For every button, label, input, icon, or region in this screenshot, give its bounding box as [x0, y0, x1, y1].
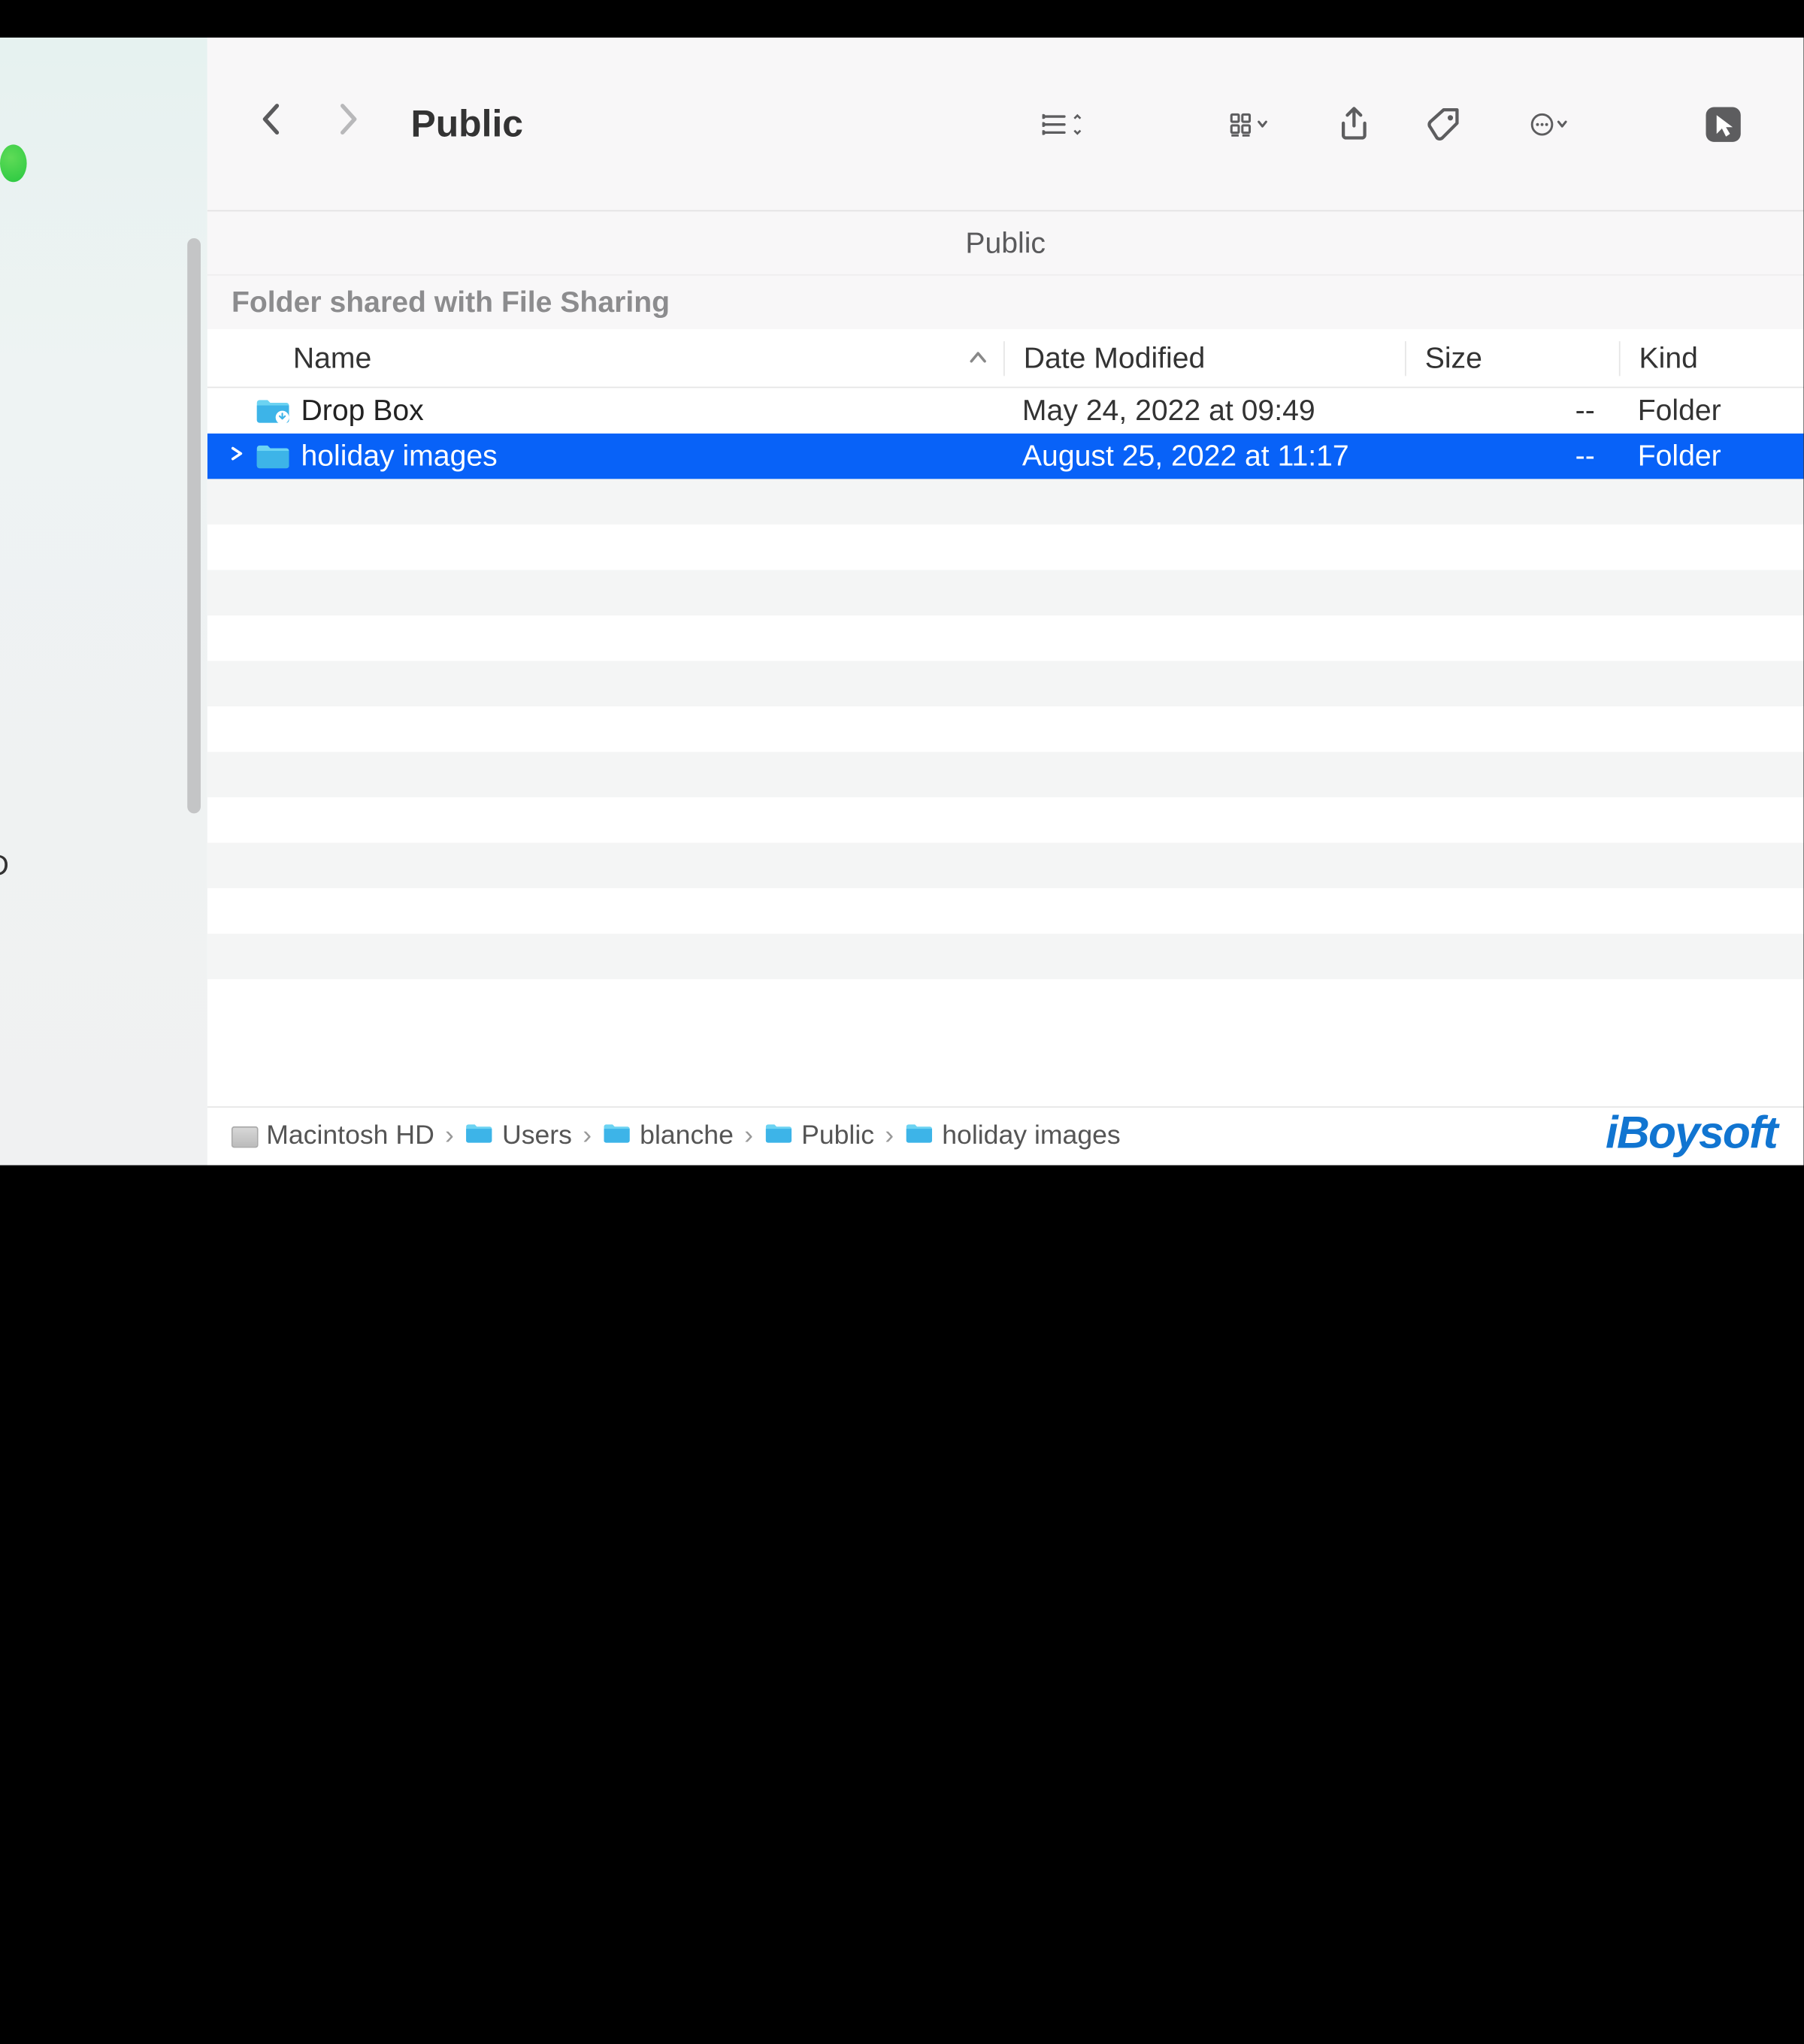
toolbar: Public — [207, 38, 1804, 211]
column-size[interactable]: Size — [1405, 340, 1619, 375]
column-kind[interactable]: Kind — [1619, 340, 1804, 375]
file-date: May 24, 2022 at 09:49 — [1003, 393, 1405, 428]
column-date[interactable]: Date Modified — [1003, 340, 1405, 375]
path-separator-icon: › — [445, 1121, 454, 1152]
sidebar-item[interactable]: uments — [0, 373, 194, 437]
file-name: holiday images — [301, 439, 498, 473]
sidebar-item[interactable]: nloads — [0, 502, 194, 566]
column-kind-label: Kind — [1639, 340, 1698, 374]
sidebar-item[interactable]: space — [0, 898, 194, 962]
finder-window: ntscationsumentsktopnloads d Driveed ntosh… — [0, 38, 1803, 1166]
tag-button[interactable] — [1405, 97, 1485, 150]
more-actions-button[interactable] — [1496, 97, 1603, 150]
folder-icon — [465, 1121, 494, 1152]
sidebar-item[interactable]: ed — [0, 700, 194, 763]
path-crumb-label: Macintosh HD — [266, 1121, 434, 1152]
empty-row — [207, 479, 1804, 525]
window-title: Public — [410, 102, 523, 145]
path-separator-icon: › — [583, 1121, 592, 1152]
file-row[interactable]: Drop Box May 24, 2022 at 09:49 -- Folder — [207, 388, 1804, 434]
file-list: Drop Box May 24, 2022 at 09:49 -- Folder… — [207, 388, 1804, 1106]
empty-row — [207, 661, 1804, 706]
empty-row — [207, 706, 1804, 752]
file-size: -- — [1405, 439, 1619, 473]
forward-button[interactable] — [324, 100, 371, 148]
folder-icon — [764, 1121, 793, 1152]
column-date-label: Date Modified — [1024, 340, 1206, 374]
back-button[interactable] — [247, 100, 294, 148]
column-name[interactable]: Name — [207, 340, 1003, 375]
subtitle-bar: Public — [207, 211, 1804, 275]
folder-icon — [904, 1121, 934, 1152]
disclosure-chevron-icon[interactable] — [218, 444, 256, 468]
table-header: Name Date Modified Size Kind — [207, 329, 1804, 388]
watermark: iBoysoft — [1606, 1108, 1777, 1160]
subtitle-text: Public — [965, 225, 1046, 260]
file-kind: Folder — [1619, 439, 1804, 473]
watermark-text: iBoysoft — [1606, 1108, 1777, 1159]
path-crumb[interactable]: Public — [764, 1121, 874, 1152]
file-size: -- — [1405, 393, 1619, 428]
folder-icon — [602, 1121, 631, 1152]
path-crumb-label: holiday images — [942, 1121, 1120, 1152]
path-crumb[interactable]: blanche — [602, 1121, 734, 1152]
folder-icon — [256, 443, 290, 470]
sidebar: ntscationsumentsktopnloads d Driveed ntosh… — [0, 38, 207, 1166]
share-banner-text: Folder shared with File Sharing — [232, 285, 670, 319]
share-banner: Folder shared with File Sharing — [207, 276, 1804, 329]
empty-row — [207, 752, 1804, 798]
path-bar: Macintosh HD › Users › blanche › Public › ho… — [207, 1106, 1804, 1165]
path-crumb[interactable]: holiday images — [904, 1121, 1120, 1152]
sidebar-item[interactable]: cations — [0, 309, 194, 373]
empty-row — [207, 843, 1804, 889]
sidebar-item[interactable]: nts — [0, 245, 194, 309]
empty-row — [207, 934, 1804, 980]
column-size-label: Size — [1425, 340, 1482, 374]
path-separator-icon: › — [885, 1121, 894, 1152]
path-crumb-label: Public — [801, 1121, 874, 1152]
path-separator-icon: › — [744, 1121, 753, 1152]
path-crumb[interactable]: Macintosh HD — [232, 1121, 434, 1152]
view-list-button[interactable] — [1009, 97, 1115, 150]
path-crumb-label: blanche — [640, 1121, 734, 1152]
share-button[interactable] — [1314, 97, 1394, 150]
traffic-light-green[interactable] — [0, 144, 27, 182]
column-name-label: Name — [293, 340, 371, 375]
empty-row — [207, 797, 1804, 843]
empty-row — [207, 525, 1804, 570]
main-pane: Public Public F — [207, 38, 1804, 1166]
cursor-tool-button[interactable] — [1683, 97, 1763, 150]
path-crumb-label: Users — [502, 1121, 572, 1152]
file-row[interactable]: holiday images August 25, 2022 at 11:17 … — [207, 434, 1804, 479]
empty-row — [207, 615, 1804, 661]
empty-row — [207, 570, 1804, 615]
sidebar-item[interactable]: vork — [0, 1026, 194, 1090]
sidebar-scrollbar[interactable] — [187, 238, 201, 813]
sidebar-item[interactable]: ktop — [0, 437, 194, 501]
sidebar-item[interactable]: d Drive — [0, 636, 194, 700]
file-name: Drop Box — [301, 393, 424, 428]
path-crumb[interactable]: Users — [465, 1121, 572, 1152]
sidebar-item[interactable]: nda — [0, 962, 194, 1026]
folder-icon — [256, 398, 290, 425]
group-button[interactable] — [1196, 97, 1303, 150]
sidebar-item[interactable]: ntosh HD — [0, 833, 194, 897]
file-kind: Folder — [1619, 393, 1804, 428]
empty-row — [207, 979, 1804, 1025]
sort-ascending-icon — [969, 346, 988, 370]
hd-icon — [232, 1126, 259, 1147]
file-date: August 25, 2022 at 11:17 — [1003, 439, 1405, 473]
empty-row — [207, 888, 1804, 934]
